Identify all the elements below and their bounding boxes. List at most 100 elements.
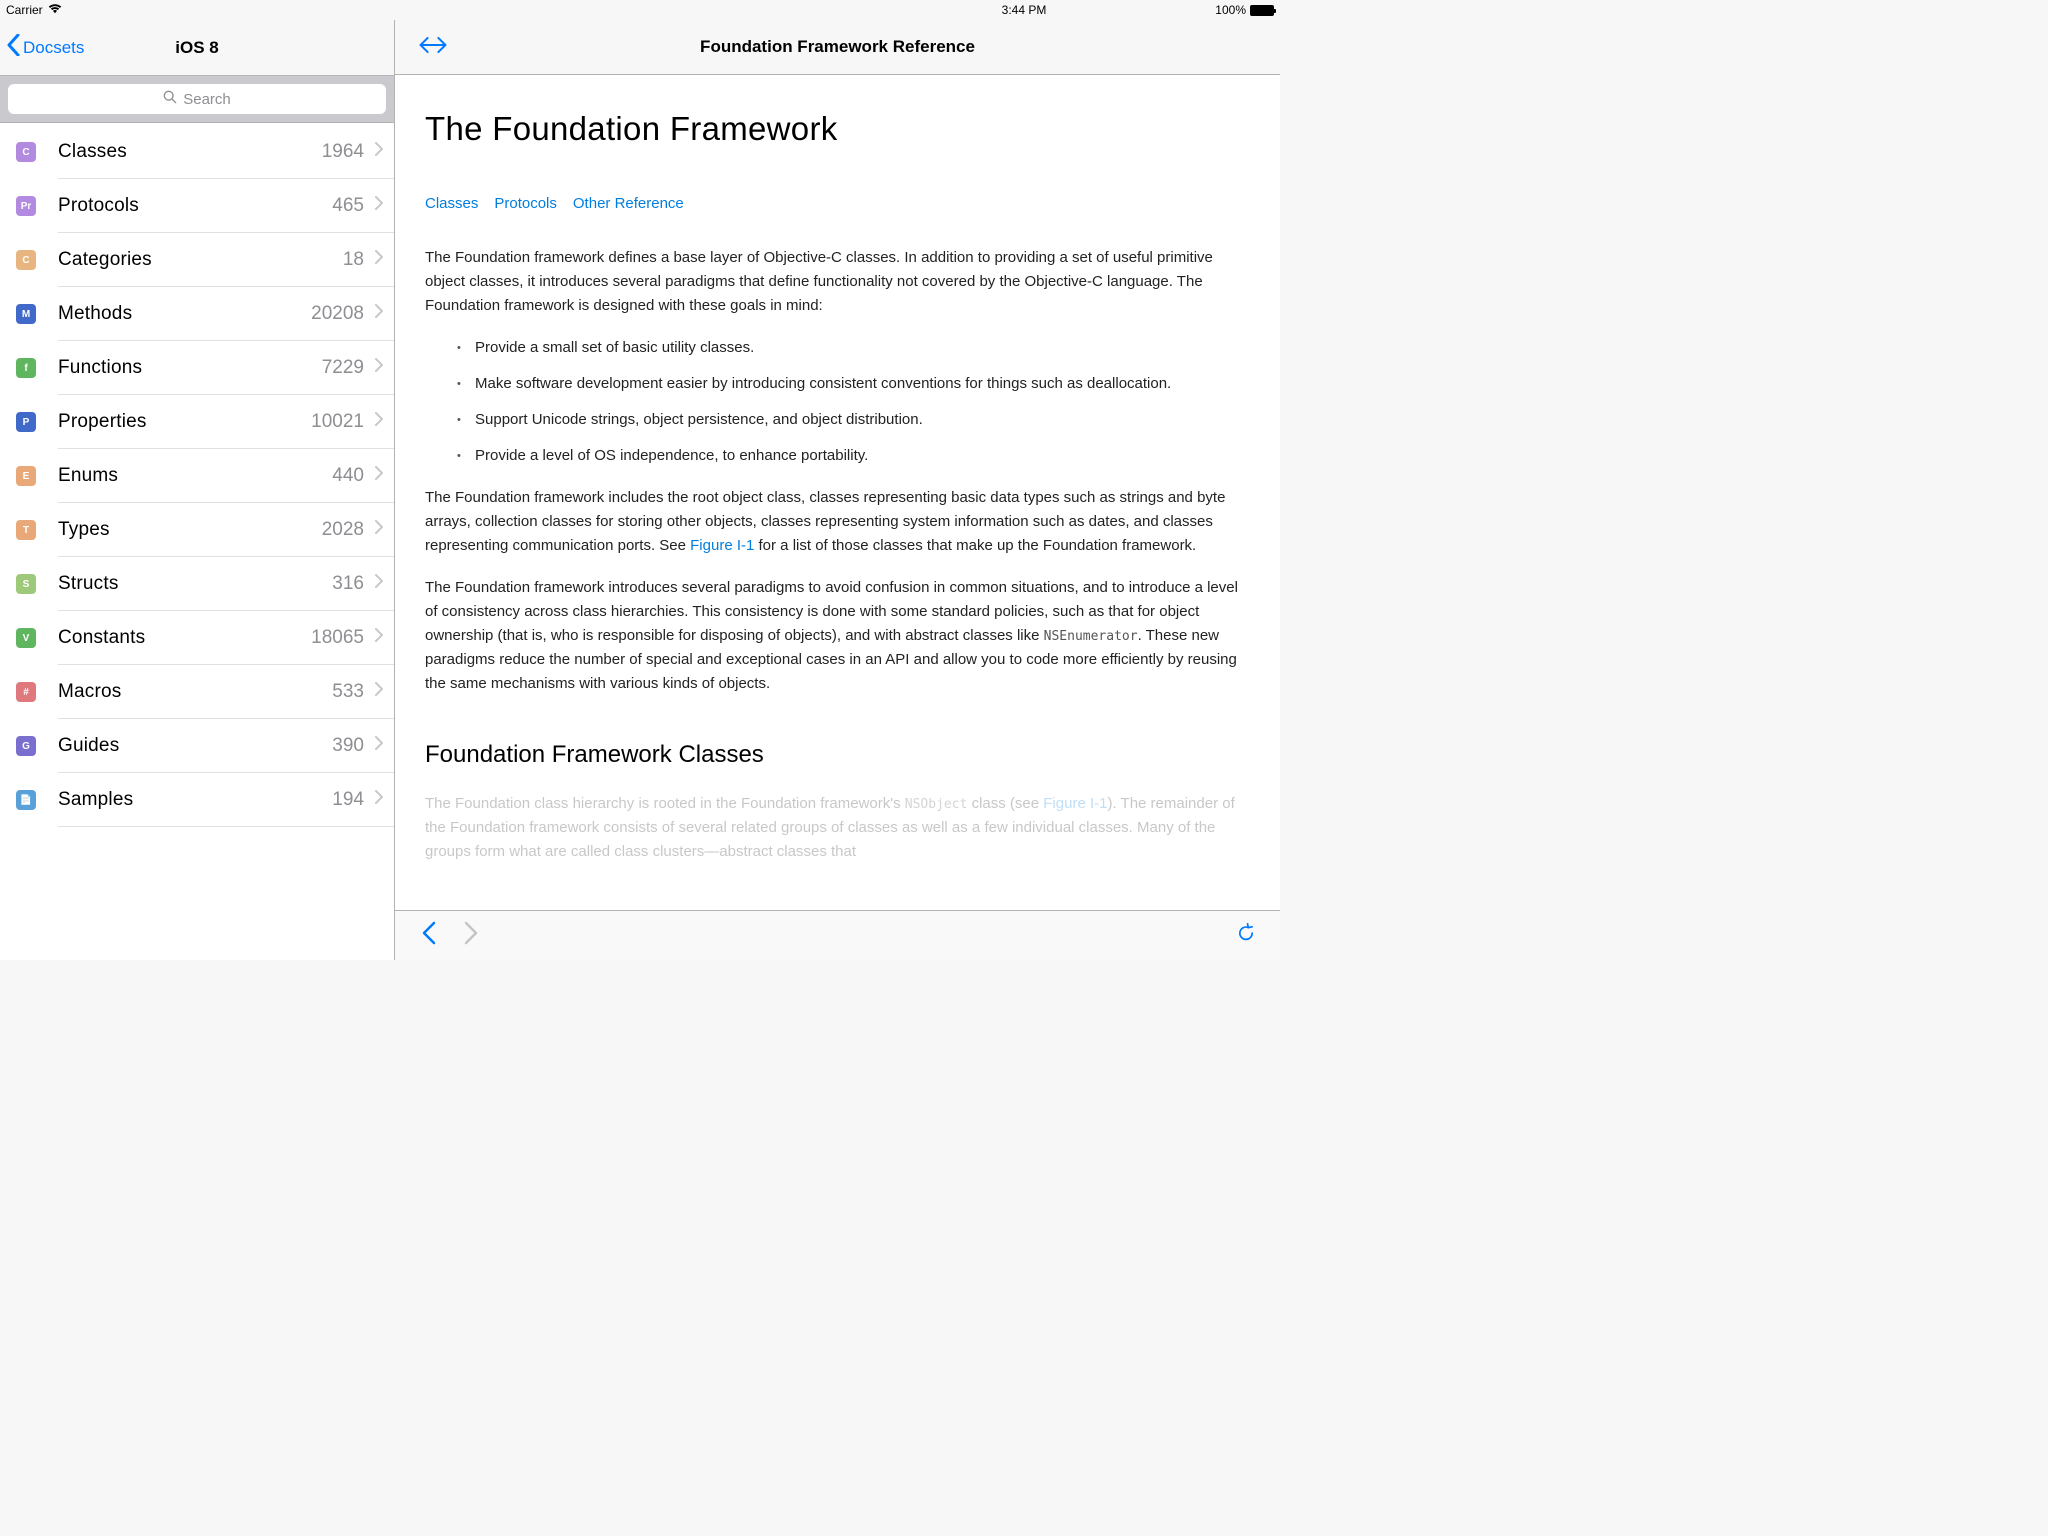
category-label: Guides xyxy=(58,735,332,757)
category-icon: V xyxy=(16,628,36,648)
category-row-protocols[interactable]: Pr Protocols465 xyxy=(0,179,394,233)
category-row-guides[interactable]: G Guides390 xyxy=(0,719,394,773)
sidebar-title: iOS 8 xyxy=(175,38,218,58)
chevron-right-icon xyxy=(374,303,384,324)
category-count: 194 xyxy=(332,789,364,811)
figure-link[interactable]: Figure I-1 xyxy=(1043,795,1107,812)
sidebar: Docsets iOS 8 Search CClasses1964 Pr Proto… xyxy=(0,20,395,960)
code-literal: NSObject xyxy=(905,797,968,812)
search-bar: Search xyxy=(0,75,394,123)
category-row-properties[interactable]: P Properties10021 xyxy=(0,395,394,449)
category-count: 316 xyxy=(332,573,364,595)
category-label: Structs xyxy=(58,573,332,595)
category-icon: Pr xyxy=(16,196,36,216)
chevron-right-icon xyxy=(374,411,384,432)
category-count: 7229 xyxy=(322,357,364,379)
chevron-right-icon xyxy=(374,573,384,594)
category-row-constants[interactable]: VConstants18065 xyxy=(0,611,394,665)
doc-bullet: Provide a level of OS independence, to e… xyxy=(461,444,1250,468)
figure-link[interactable]: Figure I-1 xyxy=(690,537,754,554)
category-count: 18 xyxy=(343,249,364,271)
category-label: Macros xyxy=(58,681,332,703)
category-label: Methods xyxy=(58,303,311,325)
doc-link[interactable]: Protocols xyxy=(494,195,557,212)
history-forward-button[interactable] xyxy=(461,920,481,951)
category-count: 18065 xyxy=(311,627,364,649)
category-row-types[interactable]: T Types2028 xyxy=(0,503,394,557)
category-icon: C xyxy=(16,142,36,162)
category-icon: f xyxy=(16,358,36,378)
chevron-right-icon xyxy=(374,627,384,648)
chevron-right-icon xyxy=(374,789,384,810)
category-icon: 📄 xyxy=(16,790,36,810)
category-count: 465 xyxy=(332,195,364,217)
doc-paragraph: The Foundation class hierarchy is rooted… xyxy=(425,792,1250,864)
category-row-samples[interactable]: 📄 Samples194 xyxy=(0,773,394,827)
category-icon: C xyxy=(16,250,36,270)
category-icon: T xyxy=(16,520,36,540)
category-label: Enums xyxy=(58,465,332,487)
category-label: Samples xyxy=(58,789,332,811)
category-row-structs[interactable]: S Structs316 xyxy=(0,557,394,611)
category-count: 10021 xyxy=(311,411,364,433)
category-label: Properties xyxy=(58,411,311,433)
category-row-macros[interactable]: #Macros533 xyxy=(0,665,394,719)
category-row-enums[interactable]: E Enums440 xyxy=(0,449,394,503)
chevron-right-icon xyxy=(374,141,384,162)
chevron-right-icon xyxy=(374,735,384,756)
category-icon: G xyxy=(16,736,36,756)
category-label: Protocols xyxy=(58,195,332,217)
doc-bullet-list: Provide a small set of basic utility cla… xyxy=(425,336,1250,468)
reload-button[interactable] xyxy=(1236,920,1256,951)
doc-link[interactable]: Classes xyxy=(425,195,478,212)
chevron-right-icon xyxy=(374,465,384,486)
doc-bullet: Support Unicode strings, object persiste… xyxy=(461,408,1250,432)
document-content[interactable]: The Foundation Framework Classes Protocol… xyxy=(395,75,1280,960)
category-icon: E xyxy=(16,466,36,486)
chevron-right-icon xyxy=(374,195,384,216)
status-bar: Carrier 3:44 PM 100% xyxy=(0,0,1280,20)
bottom-toolbar xyxy=(395,910,1280,960)
back-button[interactable]: Docsets xyxy=(7,34,84,61)
doc-paragraph: The Foundation framework defines a base … xyxy=(425,246,1250,318)
clock-label: 3:44 PM xyxy=(1002,3,1047,17)
category-count: 2028 xyxy=(322,519,364,541)
doc-link[interactable]: Other Reference xyxy=(573,195,684,212)
category-row-methods[interactable]: M Methods20208 xyxy=(0,287,394,341)
category-icon: S xyxy=(16,574,36,594)
carrier-label: Carrier xyxy=(6,3,43,17)
expand-sidebar-button[interactable] xyxy=(417,34,449,61)
sidebar-nav-bar: Docsets iOS 8 xyxy=(0,20,394,75)
category-icon: M xyxy=(16,304,36,324)
category-row-functions[interactable]: fFunctions7229 xyxy=(0,341,394,395)
category-list[interactable]: CClasses1964PrProtocols465CCategories18M… xyxy=(0,123,394,960)
doc-heading: The Foundation Framework xyxy=(425,103,1250,156)
back-label: Docsets xyxy=(23,38,84,58)
code-literal: NSEnumerator xyxy=(1044,629,1138,644)
chevron-right-icon xyxy=(374,357,384,378)
history-back-button[interactable] xyxy=(419,920,439,951)
category-label: Types xyxy=(58,519,322,541)
category-icon: # xyxy=(16,682,36,702)
category-icon: P xyxy=(16,412,36,432)
chevron-right-icon xyxy=(374,519,384,540)
doc-bullet: Make software development easier by intr… xyxy=(461,372,1250,396)
category-row-classes[interactable]: CClasses1964 xyxy=(0,125,394,179)
search-placeholder: Search xyxy=(183,91,231,108)
battery-icon xyxy=(1250,5,1274,16)
category-count: 20208 xyxy=(311,303,364,325)
chevron-left-icon xyxy=(7,34,20,61)
main-nav-bar: Foundation Framework Reference xyxy=(395,20,1280,75)
doc-bullet: Provide a small set of basic utility cla… xyxy=(461,336,1250,360)
category-count: 440 xyxy=(332,465,364,487)
wifi-icon xyxy=(48,3,62,17)
search-icon xyxy=(163,90,177,108)
search-input[interactable]: Search xyxy=(8,84,386,114)
chevron-right-icon xyxy=(374,681,384,702)
category-count: 390 xyxy=(332,735,364,757)
category-row-categories[interactable]: CCategories18 xyxy=(0,233,394,287)
battery-percent-label: 100% xyxy=(1215,3,1246,17)
main-pane: Foundation Framework Reference The Found… xyxy=(395,20,1280,960)
chevron-right-icon xyxy=(374,249,384,270)
doc-subheading: Foundation Framework Classes xyxy=(425,736,1250,774)
